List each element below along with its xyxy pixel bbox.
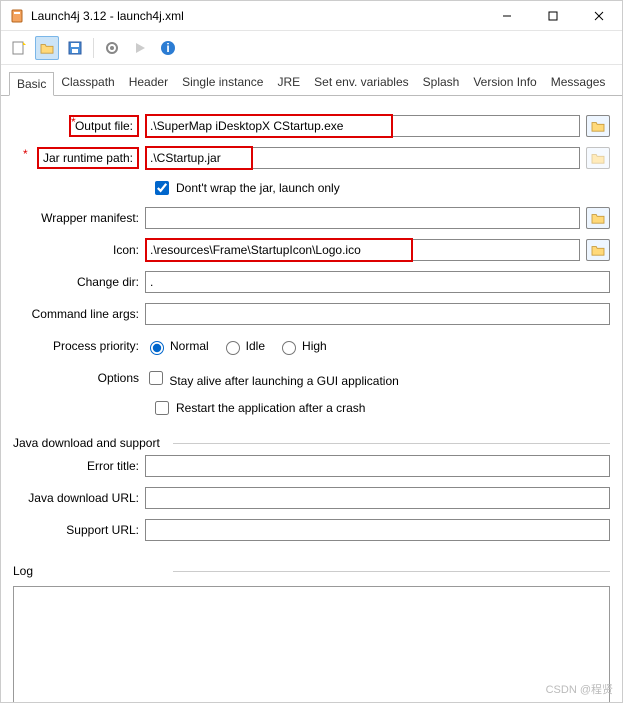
priority-idle[interactable]: Idle	[221, 338, 265, 355]
change-dir-label: Change dir:	[77, 275, 139, 289]
basic-panel: *Output file: *Jar runtime path: Dont	[1, 95, 622, 702]
output-file-label: Output file:	[75, 119, 133, 133]
tab-header[interactable]: Header	[122, 71, 175, 95]
new-button[interactable]	[7, 36, 31, 60]
minimize-button[interactable]	[484, 1, 530, 31]
tab-env-vars[interactable]: Set env. variables	[307, 71, 416, 95]
output-file-browse-button[interactable]	[586, 115, 610, 137]
error-title-row: Error title:	[13, 454, 610, 478]
toolbar: i	[1, 31, 622, 65]
log-textarea[interactable]	[13, 586, 610, 702]
log-group-label: Log	[13, 564, 610, 578]
wrapper-manifest-row: Wrapper manifest:	[13, 206, 610, 230]
output-file-row: *Output file:	[13, 114, 610, 138]
jar-label-2: runtime path:	[63, 151, 133, 165]
jar-browse-button[interactable]	[586, 147, 610, 169]
icon-row: Icon:	[13, 238, 610, 262]
titlebar: Launch4j 3.12 - launch4j.xml	[1, 1, 622, 31]
close-button[interactable]	[576, 1, 622, 31]
build-button[interactable]	[100, 36, 124, 60]
dont-wrap-row: Dont't wrap the jar, launch only	[151, 178, 610, 198]
java-download-group: Java download and support	[13, 436, 610, 450]
save-button[interactable]	[63, 36, 87, 60]
priority-row: Process priority: Normal Idle High	[13, 334, 610, 358]
icon-browse-button[interactable]	[586, 239, 610, 261]
run-button[interactable]	[128, 36, 152, 60]
info-button[interactable]: i	[156, 36, 180, 60]
java-dl-url-row: Java download URL:	[13, 486, 610, 510]
dont-wrap-label: Dont't wrap the jar, launch only	[176, 181, 340, 195]
tab-splash[interactable]: Splash	[416, 71, 467, 95]
jar-runtime-input[interactable]	[145, 147, 580, 169]
tab-version-info[interactable]: Version Info	[466, 71, 543, 95]
priority-normal[interactable]: Normal	[145, 338, 209, 355]
priority-label: Process priority:	[53, 339, 139, 353]
svg-text:i: i	[166, 41, 169, 55]
error-title-input[interactable]	[145, 455, 610, 477]
restart-checkbox[interactable]	[155, 401, 169, 415]
toolbar-separator	[93, 38, 94, 58]
wrapper-manifest-input[interactable]	[145, 207, 580, 229]
stay-alive-label: Stay alive after launching a GUI applica…	[169, 374, 398, 388]
open-button[interactable]	[35, 36, 59, 60]
tab-bar: Basic Classpath Header Single instance J…	[1, 65, 622, 95]
support-url-row: Support URL:	[13, 518, 610, 542]
icon-label: Icon:	[113, 243, 139, 257]
java-dl-url-label: Java download URL:	[28, 491, 139, 505]
jar-label-1: Jar	[43, 151, 60, 165]
dont-wrap-checkbox[interactable]	[155, 181, 169, 195]
cmd-args-input[interactable]	[145, 303, 610, 325]
maximize-button[interactable]	[530, 1, 576, 31]
stay-alive-checkbox[interactable]	[149, 371, 163, 385]
main-window: Launch4j 3.12 - launch4j.xml i Basic Cla…	[0, 0, 623, 703]
icon-input[interactable]	[145, 239, 580, 261]
change-dir-input[interactable]	[145, 271, 610, 293]
java-dl-url-input[interactable]	[145, 487, 610, 509]
tab-basic[interactable]: Basic	[9, 72, 54, 96]
cmd-args-label: Command line args:	[32, 307, 139, 321]
tab-messages[interactable]: Messages	[544, 71, 613, 95]
priority-high[interactable]: High	[277, 338, 327, 355]
tab-classpath[interactable]: Classpath	[54, 71, 121, 95]
change-dir-row: Change dir:	[13, 270, 610, 294]
options-row: Options Stay alive after launching a GUI…	[13, 366, 610, 390]
jar-row: *Jar runtime path:	[13, 146, 610, 170]
support-url-label: Support URL:	[66, 523, 139, 537]
error-title-label: Error title:	[87, 459, 139, 473]
tab-single-instance[interactable]: Single instance	[175, 71, 270, 95]
options-label: Options	[98, 371, 139, 385]
app-icon	[9, 8, 25, 24]
support-url-input[interactable]	[145, 519, 610, 541]
priority-normal-radio[interactable]	[150, 341, 164, 355]
output-file-input[interactable]	[145, 115, 580, 137]
window-title: Launch4j 3.12 - launch4j.xml	[31, 9, 484, 23]
priority-idle-radio[interactable]	[226, 341, 240, 355]
restart-row: Restart the application after a crash	[151, 398, 610, 418]
cmd-args-row: Command line args:	[13, 302, 610, 326]
wrapper-manifest-label: Wrapper manifest:	[41, 211, 139, 225]
wrapper-manifest-browse-button[interactable]	[586, 207, 610, 229]
priority-high-radio[interactable]	[282, 341, 296, 355]
restart-label: Restart the application after a crash	[176, 401, 365, 415]
tab-jre[interactable]: JRE	[270, 71, 307, 95]
